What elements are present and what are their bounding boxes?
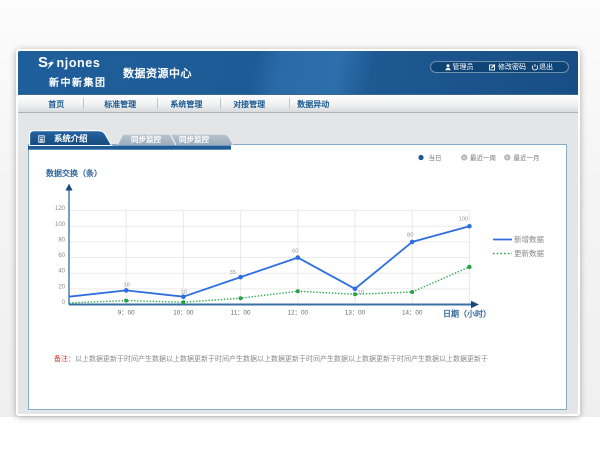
svg-text:当日: 当日: [429, 153, 442, 162]
svg-text:系统介绍: 系统介绍: [54, 133, 88, 143]
svg-text:40: 40: [58, 269, 65, 275]
svg-text:10: 10: [358, 290, 364, 296]
svg-text:14：00: 14：00: [402, 310, 423, 317]
svg-text:35: 35: [230, 270, 236, 276]
svg-text:最近一月: 最近一月: [514, 153, 540, 162]
svg-text:18: 18: [124, 283, 130, 289]
svg-text:同步监控: 同步监控: [179, 134, 209, 144]
svg-text:10：00: 10：00: [173, 310, 194, 317]
svg-text:11：00: 11：00: [231, 310, 251, 317]
svg-text:20: 20: [58, 284, 65, 290]
svg-text:9：00: 9：00: [118, 310, 135, 317]
svg-text:0: 0: [62, 300, 66, 306]
svg-text:新增数据: 新增数据: [514, 234, 544, 244]
svg-text:13：00: 13：00: [345, 310, 366, 317]
svg-text:12：00: 12：00: [288, 310, 309, 317]
svg-text:120: 120: [55, 206, 66, 212]
svg-text:60: 60: [58, 253, 65, 259]
svg-text:100: 100: [55, 222, 66, 228]
svg-text:最近一周: 最近一周: [470, 153, 496, 162]
svg-text:80: 80: [407, 233, 413, 239]
svg-text:日期（小时）: 日期（小时）: [443, 309, 491, 319]
svg-text:同步监控: 同步监控: [131, 134, 161, 144]
svg-text:100: 100: [459, 217, 469, 223]
svg-text:更新数据: 更新数据: [514, 248, 544, 258]
svg-text:80: 80: [58, 237, 65, 243]
svg-text:10: 10: [181, 290, 187, 296]
svg-text:60: 60: [292, 249, 298, 255]
